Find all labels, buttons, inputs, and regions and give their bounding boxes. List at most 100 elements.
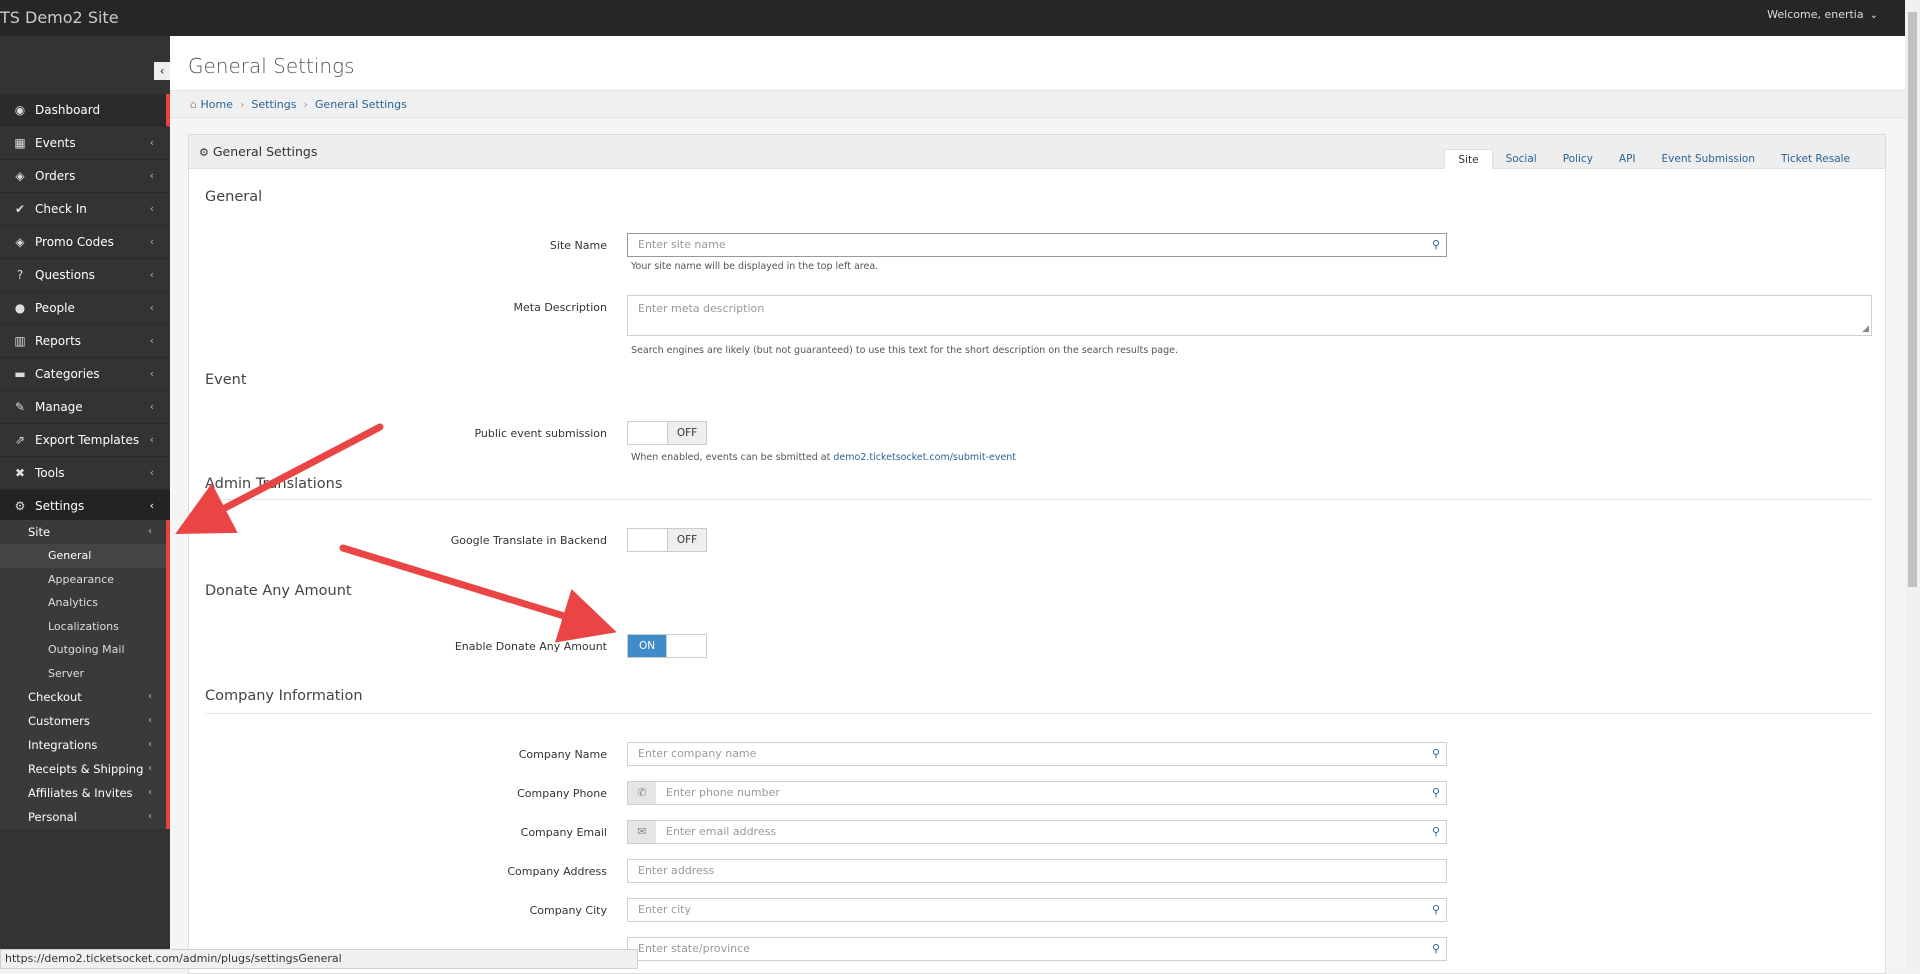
question-icon: ? bbox=[16, 268, 24, 282]
company-email-input[interactable]: ✉ Enter email address ⚲ bbox=[627, 820, 1447, 844]
meta-description-label: Meta Description bbox=[513, 301, 607, 314]
cogs-icon: ⚙ bbox=[14, 499, 26, 513]
scrollbar-thumb[interactable] bbox=[1908, 12, 1917, 587]
section-divider bbox=[205, 499, 1871, 500]
chevron-left-icon: ‹ bbox=[148, 811, 152, 822]
submenu-item-general[interactable]: General bbox=[0, 544, 166, 568]
breadcrumb-home[interactable]: Home bbox=[200, 98, 232, 111]
sidebar-collapse-button[interactable]: ‹ bbox=[154, 62, 170, 80]
sidebar-item-questions[interactable]: ? Questions ‹ bbox=[0, 259, 170, 292]
sidebar-item-check-in[interactable]: ✔ Check In ‹ bbox=[0, 193, 170, 226]
company-state-input[interactable]: Enter state/province ⚲ bbox=[627, 937, 1447, 961]
tab-site[interactable]: Site bbox=[1444, 149, 1493, 169]
sidebar-item-label: Export Templates bbox=[35, 433, 140, 447]
sidebar-item-reports[interactable]: ▥ Reports ‹ bbox=[0, 325, 170, 358]
chevron-left-icon: ‹ bbox=[149, 433, 154, 446]
chevron-left-icon: ‹ bbox=[149, 136, 154, 149]
company-city-placeholder: Enter city bbox=[638, 903, 691, 916]
page-title: General Settings bbox=[188, 54, 355, 78]
sidebar-item-label: Check In bbox=[35, 202, 87, 216]
submenu-item-appearance[interactable]: Appearance bbox=[0, 568, 166, 592]
edit-icon: ✎ bbox=[14, 400, 26, 414]
sidebar: ‹ ◉ Dashboard ▦ Events ‹ ◈ Orders ‹ ✔ Check In… bbox=[0, 36, 170, 969]
settings-panel: ⚙ General Settings Site Social Policy API… bbox=[188, 134, 1886, 974]
folder-icon: ▬ bbox=[14, 367, 26, 381]
submenu-item-server[interactable]: Server bbox=[0, 662, 166, 686]
meta-description-help: Search engines are likely (but not guara… bbox=[631, 345, 1178, 356]
cogs-icon: ⚙ bbox=[199, 146, 209, 159]
submenu-item-outgoing-mail[interactable]: Outgoing Mail bbox=[0, 638, 166, 662]
sidebar-item-people[interactable]: ● People ‹ bbox=[0, 292, 170, 325]
main-content: General Settings ⌂ Home › Settings › General… bbox=[170, 36, 1905, 974]
sidebar-item-orders[interactable]: ◈ Orders ‹ bbox=[0, 160, 170, 193]
company-email-label: Company Email bbox=[520, 826, 607, 839]
submenu-receipts-shipping[interactable]: Receipts & Shipping ‹ bbox=[0, 757, 166, 781]
sidebar-item-manage[interactable]: ✎ Manage ‹ bbox=[0, 391, 170, 424]
sidebar-item-promo-codes[interactable]: ◈ Promo Codes ‹ bbox=[0, 226, 170, 259]
sidebar-item-dashboard[interactable]: ◉ Dashboard bbox=[0, 94, 170, 127]
donate-any-amount-toggle[interactable]: ON bbox=[627, 634, 707, 658]
pin-icon[interactable]: ⚲ bbox=[1432, 743, 1440, 765]
page-scrollbar[interactable] bbox=[1905, 0, 1920, 969]
chevron-left-icon: ‹ bbox=[149, 235, 154, 248]
sidebar-item-export-templates[interactable]: ⇗ Export Templates ‹ bbox=[0, 424, 170, 457]
submenu-site[interactable]: Site ‹ bbox=[0, 520, 166, 544]
submenu-item-analytics[interactable]: Analytics bbox=[0, 591, 166, 615]
wrench-icon: ✖ bbox=[14, 466, 26, 480]
company-address-label: Company Address bbox=[507, 865, 607, 878]
site-title[interactable]: TS Demo2 Site bbox=[0, 8, 119, 27]
submenu-customers[interactable]: Customers ‹ bbox=[0, 709, 166, 733]
breadcrumb-settings[interactable]: Settings bbox=[251, 98, 296, 111]
user-menu[interactable]: Welcome, enertia ⌄ bbox=[1767, 8, 1878, 21]
submenu-label: Receipts & Shipping bbox=[28, 762, 144, 776]
pin-icon[interactable]: ⚲ bbox=[1432, 234, 1440, 256]
submenu-checkout[interactable]: Checkout ‹ bbox=[0, 685, 166, 709]
sidebar-item-events[interactable]: ▦ Events ‹ bbox=[0, 127, 170, 160]
tab-event-submission[interactable]: Event Submission bbox=[1649, 149, 1769, 169]
site-name-help: Your site name will be displayed in the … bbox=[631, 261, 879, 272]
tab-ticket-resale[interactable]: Ticket Resale bbox=[1768, 149, 1863, 169]
site-name-input[interactable]: Enter site name ⚲ bbox=[627, 233, 1447, 257]
sidebar-item-settings[interactable]: ⚙ Settings ‹ bbox=[0, 490, 170, 523]
breadcrumb-current[interactable]: General Settings bbox=[315, 98, 407, 111]
public-event-submission-toggle[interactable]: OFF bbox=[627, 421, 707, 445]
tab-social[interactable]: Social bbox=[1493, 149, 1550, 169]
sidebar-nav: ◉ Dashboard ▦ Events ‹ ◈ Orders ‹ ✔ Check In ‹ … bbox=[0, 94, 170, 523]
company-city-input[interactable]: Enter city ⚲ bbox=[627, 898, 1447, 922]
company-phone-input[interactable]: ✆ Enter phone number ⚲ bbox=[627, 781, 1447, 805]
submenu-affiliates-invites[interactable]: Affiliates & Invites ‹ bbox=[0, 781, 166, 805]
toggle-knob bbox=[628, 529, 667, 551]
pin-icon[interactable]: ⚲ bbox=[1432, 938, 1440, 960]
pin-icon[interactable]: ⚲ bbox=[1432, 899, 1440, 921]
chevron-left-icon: ‹ bbox=[149, 400, 154, 413]
pin-icon[interactable]: ⚲ bbox=[1432, 821, 1440, 843]
google-translate-toggle[interactable]: OFF bbox=[627, 528, 707, 552]
submit-event-link[interactable]: demo2.ticketsocket.com/submit-event bbox=[833, 452, 1016, 463]
submenu-integrations[interactable]: Integrations ‹ bbox=[0, 733, 166, 757]
company-email-placeholder: Enter email address bbox=[666, 825, 777, 838]
sidebar-item-tools[interactable]: ✖ Tools ‹ bbox=[0, 457, 170, 490]
submenu-personal[interactable]: Personal ‹ bbox=[0, 805, 166, 829]
section-donate-any-amount: Donate Any Amount bbox=[205, 583, 352, 599]
pin-icon[interactable]: ⚲ bbox=[1432, 782, 1440, 804]
sidebar-item-label: Tools bbox=[35, 466, 65, 480]
company-phone-placeholder: Enter phone number bbox=[666, 786, 780, 799]
resize-grip-icon[interactable]: ◢ bbox=[1862, 324, 1869, 334]
meta-description-textarea[interactable]: Enter meta description ◢ bbox=[627, 295, 1872, 336]
chevron-left-icon: ‹ bbox=[149, 334, 154, 347]
section-general: General bbox=[205, 189, 263, 205]
toggle-state: OFF bbox=[666, 422, 706, 444]
tab-policy[interactable]: Policy bbox=[1550, 149, 1606, 169]
panel-title-text: General Settings bbox=[212, 144, 318, 159]
company-address-placeholder: Enter address bbox=[638, 864, 715, 877]
tab-api[interactable]: API bbox=[1606, 149, 1649, 169]
chevron-left-icon: ‹ bbox=[148, 715, 152, 726]
company-address-input[interactable]: Enter address bbox=[627, 859, 1447, 883]
company-name-input[interactable]: Enter company name ⚲ bbox=[627, 742, 1447, 766]
company-phone-label: Company Phone bbox=[517, 787, 607, 800]
check-icon: ✔ bbox=[14, 202, 26, 216]
sidebar-item-categories[interactable]: ▬ Categories ‹ bbox=[0, 358, 170, 391]
submenu-item-localizations[interactable]: Localizations bbox=[0, 615, 166, 639]
sidebar-item-label: Categories bbox=[35, 367, 100, 381]
section-company-information: Company Information bbox=[205, 688, 363, 704]
